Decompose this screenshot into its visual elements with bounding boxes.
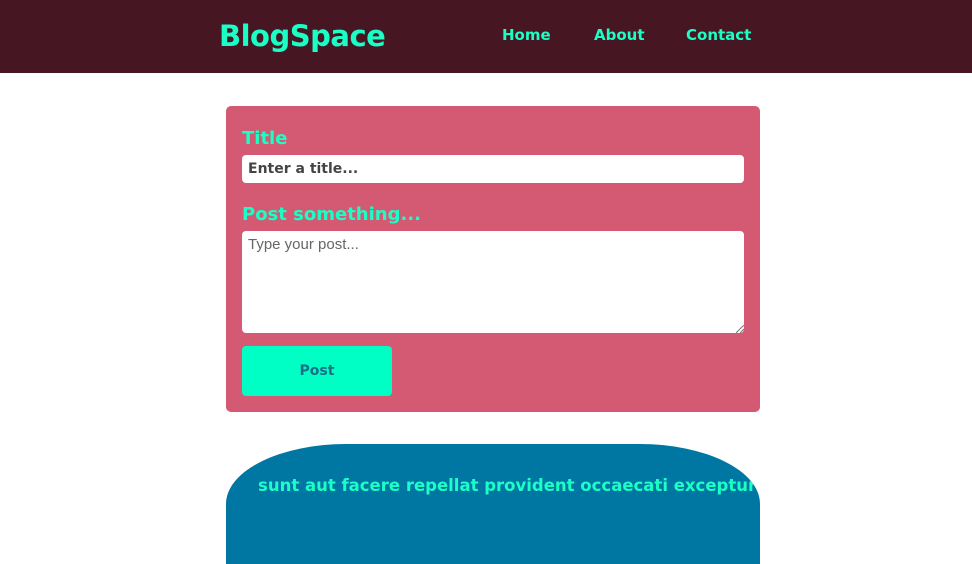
blog-post-card[interactable]: sunt aut facere repellat provident occae… (226, 444, 760, 564)
nav-link-about[interactable]: About (594, 25, 645, 45)
post-label: Post something... (242, 204, 421, 225)
nav-link-home[interactable]: Home (502, 25, 551, 45)
title-input[interactable] (242, 155, 744, 183)
post-textarea[interactable] (242, 231, 744, 333)
site-header: BlogSpace Home About Contact (0, 0, 972, 73)
nav-link-contact[interactable]: Contact (686, 25, 751, 45)
new-post-form: Title Post something... Post (226, 106, 760, 412)
blog-post-title: sunt aut facere repellat provident occae… (258, 476, 760, 495)
post-submit-button[interactable]: Post (242, 346, 392, 396)
title-label: Title (242, 128, 288, 149)
main-nav: Home About Contact (0, 25, 972, 47)
